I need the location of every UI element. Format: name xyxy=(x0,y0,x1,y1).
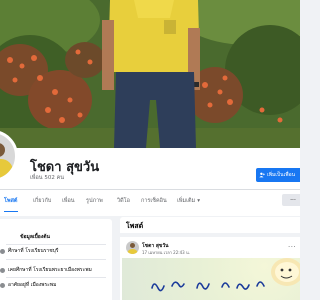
add-friend-button[interactable]: เพิ่มเป็นเพื่อน xyxy=(256,168,300,182)
tab-checkins[interactable]: การเช็คอิน xyxy=(141,190,167,212)
post-date[interactable]: 17 เมษายน เวลา 22:43 น. xyxy=(142,249,190,256)
post-options-icon[interactable]: ··· xyxy=(288,243,296,251)
intro-divider xyxy=(6,259,106,260)
tab-posts[interactable]: โพสต์ xyxy=(4,190,18,212)
post-author-avatar[interactable] xyxy=(126,241,139,254)
posts-separator xyxy=(120,233,300,237)
intro-item-text: เคยศึกษาที่ โรงเรียนพระยาเมืองพระพม xyxy=(8,267,92,273)
avatar-head xyxy=(0,143,5,157)
tab-photos[interactable]: รูปภาพ xyxy=(86,190,103,212)
tab-more[interactable]: เพิ่มเติม ▾ xyxy=(177,190,200,212)
intro-item: อาศัยอยู่ที่ เมืองพระพม xyxy=(0,281,56,289)
intro-divider xyxy=(6,277,106,278)
cover-photo[interactable] xyxy=(0,0,300,148)
tab-videos[interactable]: วิดีโอ xyxy=(117,190,130,212)
more-dots-icon: ··· xyxy=(290,196,296,204)
intro-title: ข้อมูลเบื้องต้น xyxy=(20,234,50,240)
intro-divider xyxy=(6,244,106,245)
graduation-cap-icon xyxy=(0,267,5,273)
home-icon xyxy=(0,282,5,288)
tab-more-label: เพิ่มเติม xyxy=(177,198,196,204)
profile-tabs: โพสต์ เกี่ยวกับ เพื่อน รูปภาพ วิดีโอ การ… xyxy=(0,190,300,212)
intro-item: ศึกษาที่ โรงเรียนราชบุรี xyxy=(0,247,59,255)
tab-about[interactable]: เกี่ยวกับ xyxy=(33,190,51,212)
intro-item-text: อาศัยอยู่ที่ เมืองพระพม xyxy=(8,282,57,288)
intro-item-text: ศึกษาที่ โรงเรียนราชบุรี xyxy=(8,248,59,254)
chevron-down-icon: ▾ xyxy=(197,198,200,204)
more-options-button[interactable]: ··· xyxy=(282,194,300,206)
add-friend-label: เพิ่มเป็นเพื่อน xyxy=(267,172,296,178)
graduation-cap-icon xyxy=(0,248,5,254)
profile-page: โชดา สุขวัน เพื่อน 502 คน เพิ่มเป็นเพื่อ… xyxy=(0,0,300,300)
add-person-icon xyxy=(259,172,265,178)
avatar-body xyxy=(0,159,13,179)
posts-title: โพสต์ xyxy=(126,222,144,230)
tab-friends[interactable]: เพื่อน xyxy=(62,190,75,212)
friends-count[interactable]: เพื่อน 502 คน xyxy=(30,174,64,182)
cover-photo-image xyxy=(0,0,300,148)
post-image[interactable] xyxy=(122,258,300,300)
intro-item: เคยศึกษาที่ โรงเรียนพระยาเมืองพระพม xyxy=(0,266,92,274)
post-image-art xyxy=(151,258,300,292)
